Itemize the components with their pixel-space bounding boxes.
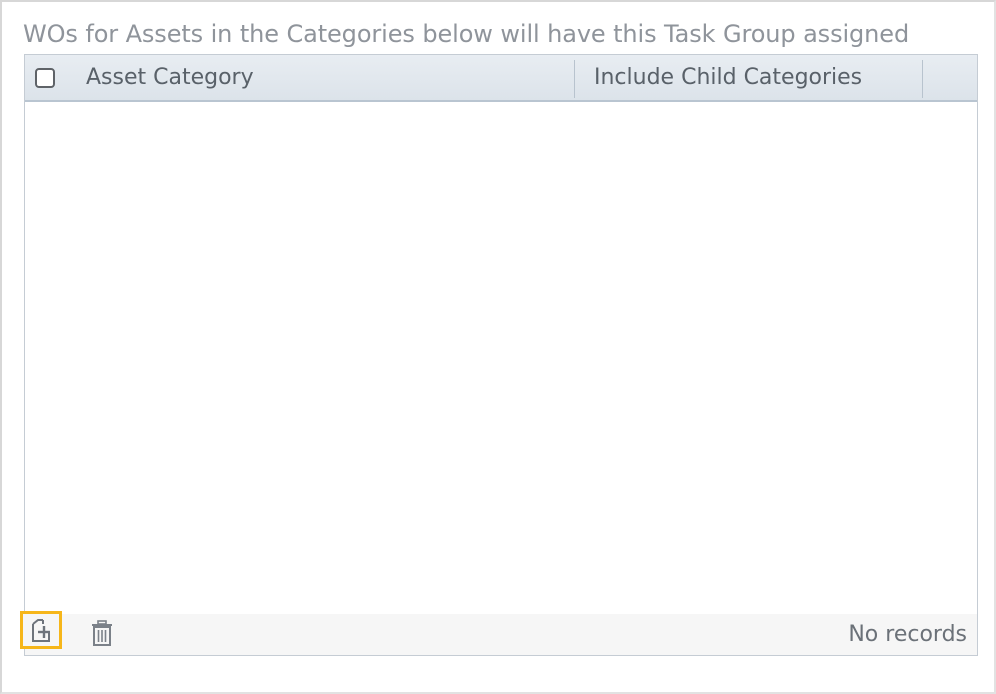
delete-record-button[interactable]	[87, 618, 117, 648]
grid-body	[25, 102, 977, 615]
column-divider[interactable]	[574, 60, 575, 98]
column-divider[interactable]	[922, 60, 923, 98]
column-header-asset-category[interactable]: Asset Category	[86, 55, 574, 100]
trash-icon	[92, 620, 112, 646]
panel: WOs for Assets in the Categories below w…	[0, 0, 996, 694]
column-header-include-child-categories[interactable]: Include Child Categories	[594, 55, 940, 100]
asset-category-grid: Asset Category Include Child Categories	[20, 54, 978, 656]
add-record-button[interactable]	[20, 611, 62, 649]
grid-footer: No records	[20, 611, 977, 655]
add-record-icon	[32, 619, 50, 642]
select-all-checkbox[interactable]	[35, 68, 55, 88]
record-count-status: No records	[848, 622, 967, 647]
grid-header: Asset Category Include Child Categories	[25, 55, 977, 102]
panel-caption: WOs for Assets in the Categories below w…	[23, 20, 910, 48]
